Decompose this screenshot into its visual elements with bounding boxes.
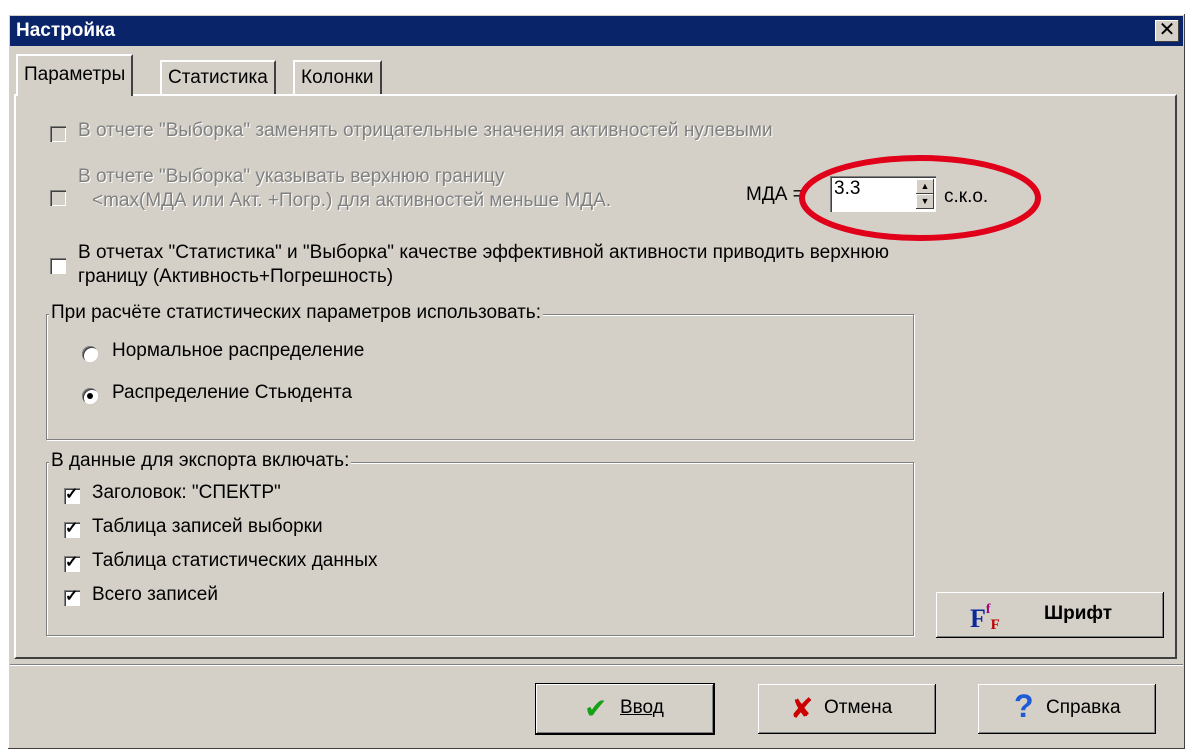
title-bar: Настройка ✕ — [10, 16, 1183, 46]
font-button-label: Шрифт — [1044, 603, 1113, 624]
help-button[interactable]: ? Справка — [978, 684, 1156, 734]
student-distribution-label: Распределение Стьюдента — [112, 382, 353, 403]
stats-method-group: При расчёте статистических параметров ис… — [46, 302, 914, 440]
effective-activity-label-line2: границу (Активность+Погрешность) — [78, 266, 394, 287]
export-records-table-checkbox[interactable]: ✓ — [64, 520, 80, 538]
ok-button-label: Ввод — [620, 697, 664, 718]
question-mark-icon: ? — [1014, 688, 1034, 724]
replace-negative-label: В отчете "Выборка" заменять отрицательны… — [78, 120, 773, 141]
settings-dialog: Настройка ✕ Статистика Колонки Параметры… — [8, 14, 1185, 749]
cross-icon: ✘ — [790, 693, 814, 724]
normal-distribution-label: Нормальное распределение — [112, 340, 365, 361]
cancel-button-label: Отмена — [824, 697, 893, 718]
checkmark-icon: ✔ — [584, 693, 608, 724]
help-button-label: Справка — [1046, 697, 1121, 718]
tab-parameters[interactable]: Параметры — [16, 54, 134, 96]
effective-activity-label-line1: В отчетах "Статистика" и "Выборка" качес… — [78, 242, 890, 263]
export-stats-table-checkbox[interactable]: ✓ — [64, 554, 80, 572]
ok-button[interactable]: ✔ Ввод — [536, 684, 714, 734]
export-total-records-checkbox[interactable]: ✓ — [64, 588, 80, 606]
window-title: Настройка — [16, 20, 116, 41]
effective-activity-checkbox[interactable] — [50, 258, 66, 274]
close-button[interactable]: ✕ — [1155, 20, 1179, 42]
font-button[interactable]: FfF Шрифт — [936, 592, 1164, 638]
export-stats-table-label: Таблица статистических данных — [92, 550, 378, 571]
bottom-separator — [10, 664, 1183, 666]
export-header-label: Заголовок: "СПЕКТР" — [92, 482, 281, 503]
normal-distribution-radio[interactable] — [82, 346, 98, 362]
tab-columns[interactable]: Колонки — [293, 60, 382, 94]
font-icon: FfF — [970, 602, 1000, 633]
upper-bound-label-line1: В отчете "Выборка" указывать верхнюю гра… — [78, 166, 505, 187]
stats-method-group-title: При расчёте статистических параметров ис… — [49, 302, 543, 324]
tab-statistics[interactable]: Статистика — [160, 60, 276, 94]
cancel-button[interactable]: ✘ Отмена — [758, 684, 936, 734]
annotation-ellipse-shape — [799, 155, 1041, 241]
export-header-checkbox[interactable]: ✓ — [64, 486, 80, 504]
upper-bound-label-line2: <max(МДА или Акт. +Погр.) для активносте… — [92, 190, 612, 211]
replace-negative-checkbox[interactable] — [50, 126, 66, 142]
export-group-title: В данные для экспорта включать: — [49, 450, 352, 472]
student-distribution-radio[interactable] — [82, 388, 98, 404]
upper-bound-checkbox[interactable] — [50, 190, 66, 206]
export-records-table-label: Таблица записей выборки — [92, 516, 323, 537]
export-total-records-label: Всего записей — [92, 584, 218, 605]
annotation-ellipse — [799, 155, 1041, 241]
